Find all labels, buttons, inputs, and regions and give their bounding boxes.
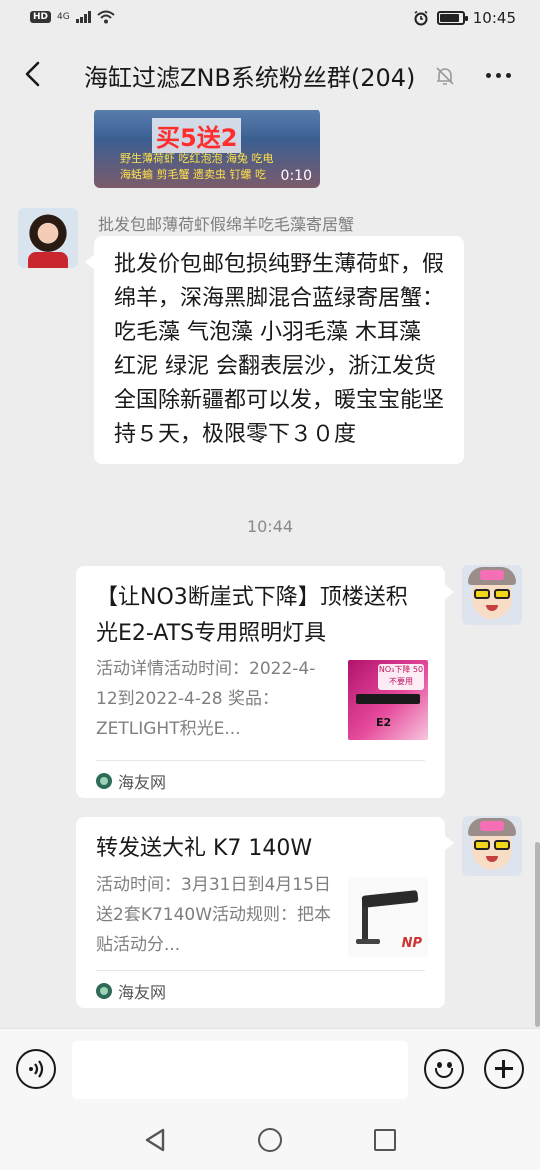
status-right: 10:45 (413, 9, 516, 27)
lamp-head (361, 890, 419, 908)
link-card[interactable]: 转发送大礼 K7 140W 活动时间：3月31日到4月15日送2套K7140W活… (76, 817, 454, 1008)
avatar-glasses (474, 840, 510, 850)
chat-header: 海缸过滤ZNB系统粉丝群(204) (0, 38, 540, 110)
video-caption-line: 海蛞蝓 剪毛蟹 遗卖虫 钉螺 吃 (120, 168, 266, 181)
status-left: HD 4G (30, 10, 115, 24)
clock: 10:45 (472, 9, 516, 27)
input-bar (0, 1028, 540, 1110)
source-name: 海友网 (118, 773, 167, 792)
status-bar: HD 4G 10:45 (0, 0, 540, 38)
nav-back-icon[interactable] (144, 1128, 166, 1152)
video-duration: 0:10 (280, 168, 312, 184)
link-card-source: 海友网 (96, 979, 166, 1003)
text-message-bubble[interactable]: 批发价包邮包损纯野生薄荷虾，假绵羊，深海黑脚混合蓝绿寄居蟹：吃毛藻 气泡藻 小羽… (85, 236, 464, 464)
lamp-base (356, 939, 380, 944)
bell-off-icon (436, 67, 454, 85)
hd-badge: HD (30, 11, 52, 23)
avatar-hat (468, 567, 516, 585)
wifi-icon (97, 10, 115, 24)
alarm-icon (414, 10, 428, 26)
haiyou-logo-icon (96, 773, 112, 789)
sender-avatar[interactable] (18, 208, 78, 268)
link-card-title: 【让NO3断崖式下降】顶楼送积光E2-ATS专用照明灯具 (96, 585, 408, 646)
my-avatar[interactable] (462, 816, 522, 876)
haiyou-logo-icon (96, 983, 112, 999)
message-timestamp: 10:44 (246, 517, 294, 536)
nav-home-icon[interactable] (258, 1128, 282, 1152)
message-input[interactable] (72, 1041, 408, 1099)
more-dot (485, 72, 491, 78)
scrollbar[interactable] (535, 842, 540, 1027)
link-card-source: 海友网 (96, 769, 166, 793)
my-avatar[interactable] (462, 565, 522, 625)
link-card-thumbnail: NO₃下降 50不要用 E2 (348, 660, 428, 740)
source-name: 海友网 (118, 983, 167, 1002)
signal-icon (75, 11, 91, 23)
link-card-description: 活动时间：3月31日到4月15日送2套K7140W活动规则：把本贴活动分... (96, 875, 332, 955)
link-card-description: 活动详情活动时间：2022-4-12到2022-4-28 奖品：ZETLIGHT… (96, 659, 316, 739)
back-button[interactable] (14, 56, 50, 92)
thumbnail-badge: NO₃下降 50不要用 (378, 664, 424, 690)
avatar-glasses (474, 589, 510, 599)
chat-title: 海缸过滤ZNB系统粉丝群(204) (84, 64, 416, 92)
link-card-thumbnail: NP (348, 877, 428, 957)
avatar-shirt (28, 252, 68, 268)
card-divider (96, 970, 425, 971)
more-button[interactable] (480, 60, 516, 90)
link-card[interactable]: 【让NO3断崖式下降】顶楼送积光E2-ATS专用照明灯具 活动详情活动时间：20… (76, 566, 454, 798)
plus-button[interactable] (484, 1049, 524, 1089)
battery-icon (436, 11, 468, 25)
avatar-hat (468, 818, 516, 836)
network-type: 4G (57, 12, 70, 22)
sender-name: 批发包邮薄荷虾假绵羊吃毛藻寄居蟹 (98, 215, 355, 234)
voice-button[interactable] (16, 1049, 56, 1089)
lamp-image (356, 694, 420, 704)
chat-messages[interactable]: 买5送2 野生薄荷虾 吃红泡泡 海兔 吃电 海蛞蝓 剪毛蟹 遗卖虫 钉螺 吃 0… (0, 110, 540, 1028)
voice-icon (29, 1060, 44, 1078)
card-divider (96, 760, 425, 761)
battery-fill (439, 14, 459, 22)
emoji-icon (435, 1068, 453, 1078)
thumbnail-brand: NP (401, 936, 422, 951)
nav-recent-icon[interactable] (374, 1129, 396, 1151)
video-message[interactable]: 买5送2 野生薄荷虾 吃红泡泡 海兔 吃电 海蛞蝓 剪毛蟹 遗卖虫 钉螺 吃 0… (94, 110, 320, 188)
link-card-title: 转发送大礼 K7 140W (96, 836, 313, 861)
video-promo-text: 买5送2 (152, 118, 242, 153)
emoji-button[interactable] (424, 1049, 464, 1089)
thumbnail-label: E2 (376, 716, 392, 729)
more-dot (495, 72, 501, 78)
system-nav-bar (0, 1110, 540, 1170)
chevron-left-icon (25, 61, 40, 87)
video-caption-line: 野生薄荷虾 吃红泡泡 海兔 吃电 (120, 152, 274, 165)
more-dot (505, 72, 511, 78)
